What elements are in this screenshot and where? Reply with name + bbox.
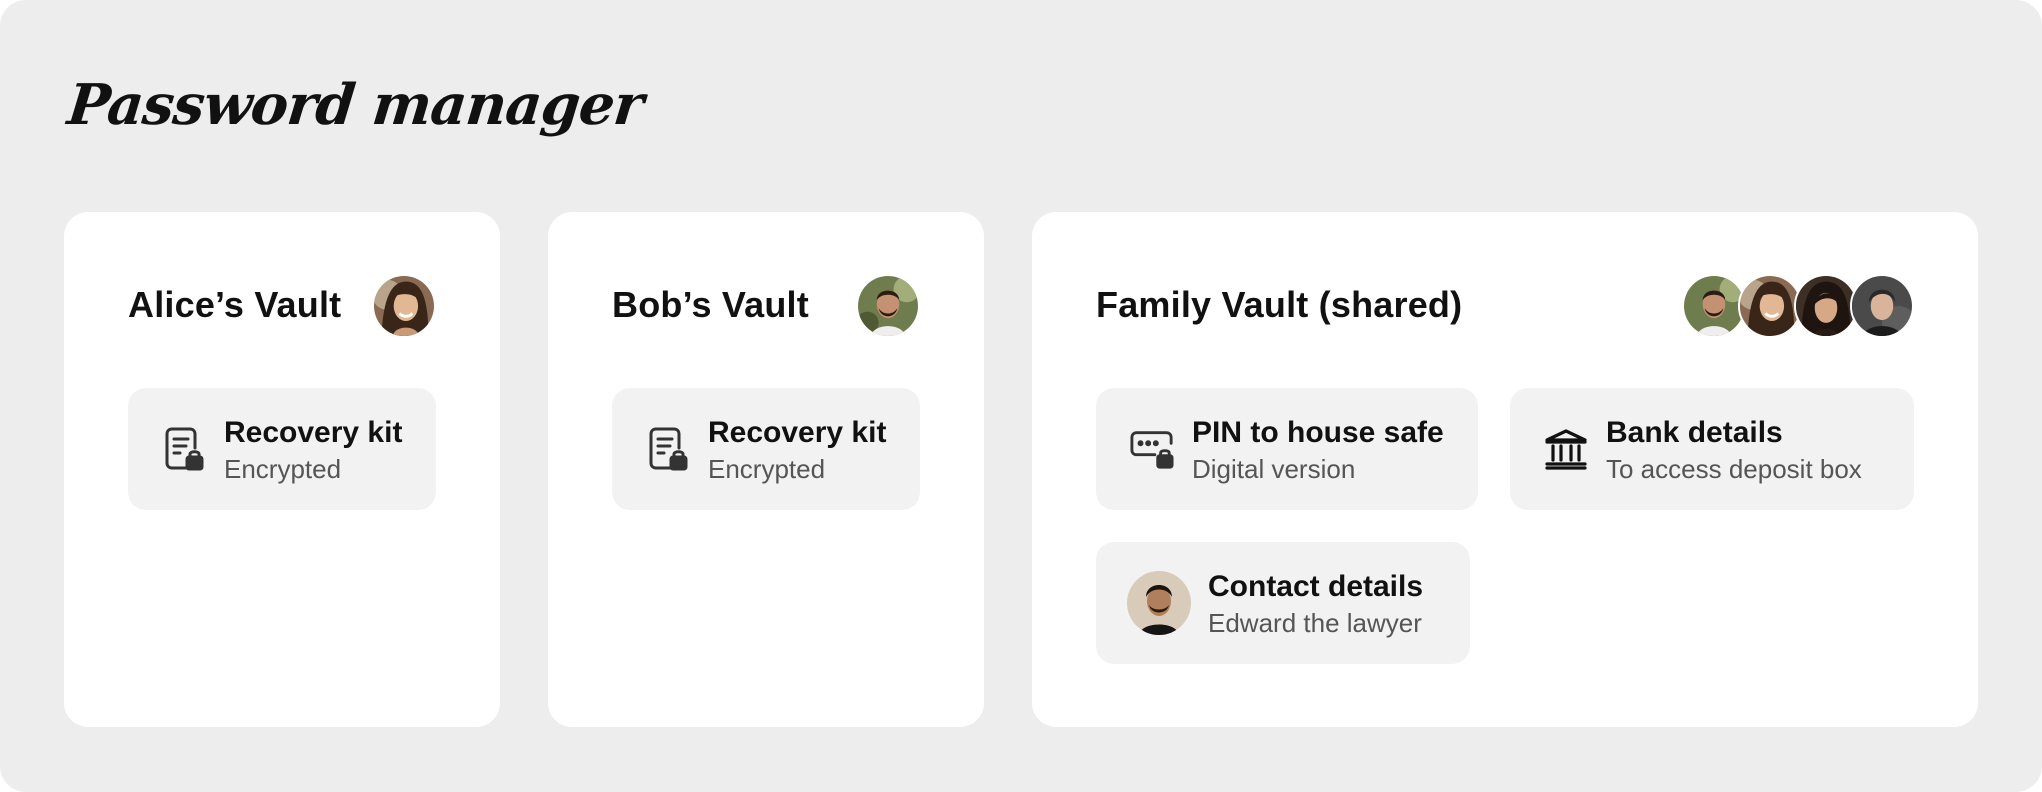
item-title: Bank details bbox=[1606, 416, 1783, 449]
vault-title: Alice’s Vault bbox=[128, 284, 342, 325]
vault-item-recovery-kit[interactable]: Recovery kit Encrypted bbox=[128, 388, 436, 510]
item-title: PIN to house safe bbox=[1192, 416, 1444, 449]
avatar-member-3 bbox=[1794, 274, 1858, 338]
item-subtitle: Edward the lawyer bbox=[1208, 608, 1422, 638]
item-subtitle: Encrypted bbox=[224, 454, 342, 484]
item-subtitle: Encrypted bbox=[708, 454, 826, 484]
avatar-member-4 bbox=[1850, 274, 1914, 338]
vault-title: Family Vault (shared) bbox=[1096, 284, 1463, 325]
avatar-bob bbox=[856, 274, 920, 338]
password-lock-icon bbox=[1130, 427, 1174, 471]
item-title: Contact details bbox=[1208, 570, 1424, 603]
vault-card-alice[interactable]: Alice’s Vault Recovery kit Encrypted bbox=[64, 212, 500, 727]
vault-members bbox=[1682, 274, 1914, 338]
item-title: Recovery kit bbox=[224, 416, 403, 449]
avatar-bob bbox=[1682, 274, 1746, 338]
vault-card-bob[interactable]: Bob’s Vault Recovery kit Encrypted bbox=[548, 212, 984, 727]
vault-item-contact-details[interactable]: Contact details Edward the lawyer bbox=[1096, 542, 1470, 664]
vault-item-bank-details[interactable]: Bank details To access deposit box bbox=[1510, 388, 1914, 510]
vault-card-family[interactable]: Family Vault (shared) PIN to house safe … bbox=[1032, 212, 1978, 727]
vault-item-pin-house-safe[interactable]: PIN to house safe Digital version bbox=[1096, 388, 1478, 510]
item-subtitle: To access deposit box bbox=[1606, 454, 1862, 484]
avatar-alice bbox=[1738, 274, 1802, 338]
bank-icon bbox=[1544, 427, 1588, 471]
app-frame: Password manager Alice’s Vault Recovery … bbox=[0, 0, 2042, 792]
vault-title: Bob’s Vault bbox=[612, 284, 809, 325]
contact-avatar bbox=[1127, 571, 1191, 635]
document-lock-icon bbox=[646, 427, 690, 471]
avatar-alice bbox=[372, 274, 436, 338]
vault-members bbox=[372, 274, 436, 338]
vault-members bbox=[856, 274, 920, 338]
page-title: Password manager bbox=[64, 72, 646, 138]
item-subtitle: Digital version bbox=[1192, 454, 1356, 484]
document-lock-icon bbox=[162, 427, 206, 471]
item-title: Recovery kit bbox=[708, 416, 887, 449]
vault-item-recovery-kit[interactable]: Recovery kit Encrypted bbox=[612, 388, 920, 510]
